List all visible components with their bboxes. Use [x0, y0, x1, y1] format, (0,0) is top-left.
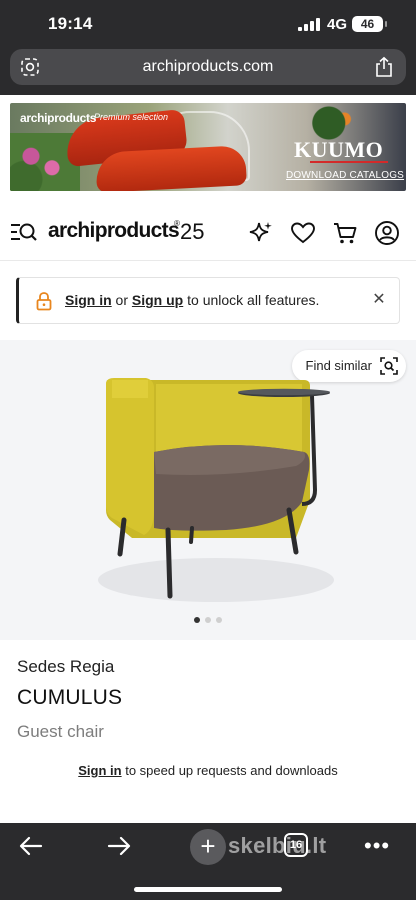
anniversary-badge: 25 — [180, 219, 205, 244]
banner-tagline: Premium selection — [94, 112, 169, 122]
banner-sofa-image — [95, 145, 247, 191]
forward-arrow-icon[interactable] — [106, 833, 132, 859]
url-text[interactable]: archiproducts.com — [10, 49, 406, 85]
share-icon[interactable] — [374, 56, 394, 78]
menu-search-icon[interactable] — [10, 221, 38, 243]
watermark-text: skelbiu.lt — [228, 833, 327, 858]
visual-search-icon — [380, 357, 398, 375]
account-icon[interactable] — [374, 220, 400, 246]
lock-icon — [36, 292, 52, 311]
signin-notice: Sign in or Sign up to unlock all feature… — [16, 277, 400, 324]
carousel-dots[interactable] — [194, 617, 224, 623]
heart-icon[interactable] — [290, 220, 316, 246]
back-arrow-icon[interactable] — [18, 833, 44, 859]
notice-sign-up-link[interactable]: Sign up — [132, 292, 183, 308]
carousel-dot-3[interactable] — [216, 617, 222, 623]
notice-rest: to unlock all features. — [183, 292, 320, 308]
download-catalogs-link[interactable]: DOWNLOAD CATALOGS — [286, 170, 404, 181]
battery-icon: 46 — [352, 16, 387, 32]
signal-icon — [298, 18, 320, 31]
notice-text: Sign in or Sign up to unlock all feature… — [65, 292, 319, 308]
ad-banner[interactable]: archiproducts Premium selection KUUMO DO… — [10, 103, 406, 191]
carousel-dot-1[interactable] — [194, 617, 200, 623]
product-image-chair — [98, 378, 334, 602]
site-logo[interactable]: archiproducts — [48, 219, 180, 243]
notice-sign-in-link[interactable]: Sign in — [65, 292, 112, 308]
product-name: CUMULUS — [17, 686, 123, 709]
new-tab-button[interactable]: + — [190, 829, 226, 865]
status-bar: 19:14 4G 46 — [0, 0, 416, 48]
browser-top-bar: 19:14 4G 46 archiproducts.com — [0, 0, 416, 95]
browser-toolbar: + skelbiu.lt 16 ••• — [0, 823, 416, 900]
signin-prompt-text: to speed up requests and downloads — [121, 763, 338, 778]
notice-or: or — [111, 292, 132, 308]
network-type: 4G — [327, 16, 348, 33]
signin-link[interactable]: Sign in — [78, 763, 121, 778]
signin-prompt: Sign in to speed up requests and downloa… — [0, 763, 416, 778]
status-time: 19:14 — [48, 14, 93, 33]
carousel-dot-2[interactable] — [205, 617, 211, 623]
close-icon[interactable]: ✕ — [371, 291, 387, 309]
home-indicator — [134, 887, 282, 892]
url-bar[interactable]: archiproducts.com — [10, 49, 406, 85]
sparkle-icon[interactable] — [248, 220, 274, 246]
product-type: Guest chair — [17, 722, 104, 741]
more-menu-icon[interactable]: ••• — [364, 833, 390, 859]
product-gallery[interactable]: Find similar — [0, 340, 416, 640]
tabs-button[interactable]: 16 — [284, 833, 308, 857]
banner-logo: KUUMO — [294, 137, 384, 162]
banner-logo-underline — [310, 161, 388, 163]
cart-icon[interactable] — [332, 220, 358, 246]
product-brand[interactable]: Sedes Regia — [17, 657, 114, 677]
banner-brand: archiproducts — [20, 111, 97, 125]
site-header: archiproducts ® 25 — [0, 201, 416, 261]
